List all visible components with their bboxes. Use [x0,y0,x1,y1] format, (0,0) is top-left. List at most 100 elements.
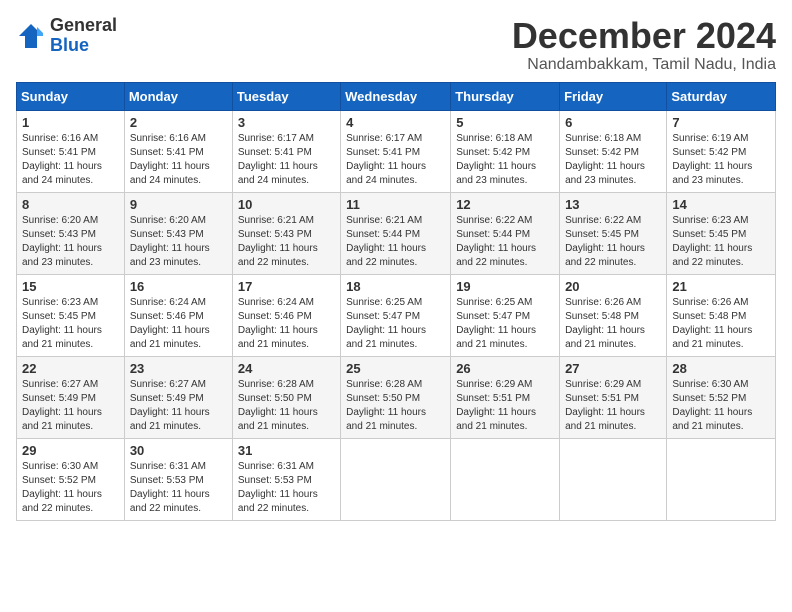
calendar-cell: 29Sunrise: 6:30 AM Sunset: 5:52 PM Dayli… [17,438,125,520]
day-number: 3 [238,115,335,130]
calendar-cell: 13 Sunrise: 6:22 AM Sunset: 5:45 PM Dayli… [560,192,667,274]
calendar-header-sunday: Sunday [17,82,125,110]
day-info: Sunrise: 6:24 AM Sunset: 5:46 PM Dayligh… [238,296,335,352]
day-info: Sunrise: 6:20 AM Sunset: 5:43 PM Dayligh… [130,214,227,270]
month-title: December 2024 [512,16,776,56]
day-number: 28 [672,361,770,376]
calendar-cell: 12 Sunrise: 6:22 AM Sunset: 5:44 PM Dayli… [451,192,560,274]
calendar-cell: 10 Sunrise: 6:21 AM Sunset: 5:43 PM Dayli… [232,192,340,274]
calendar-week-5: 29Sunrise: 6:30 AM Sunset: 5:52 PM Dayli… [17,438,776,520]
day-info: Sunrise: 6:25 AM Sunset: 5:47 PM Dayligh… [456,296,554,352]
day-info: Sunrise: 6:18 AM Sunset: 5:42 PM Dayligh… [456,132,554,188]
logo: General Blue [16,16,117,56]
day-number: 9 [130,197,227,212]
calendar-cell: 22 Sunrise: 6:27 AM Sunset: 5:49 PM Dayli… [17,356,125,438]
title-area: December 2024 Nandambakkam, Tamil Nadu, … [512,16,776,74]
day-number: 19 [456,279,554,294]
calendar-cell [667,438,776,520]
calendar-cell: 3 Sunrise: 6:17 AM Sunset: 5:41 PM Daylig… [232,110,340,192]
day-info: Sunrise: 6:21 AM Sunset: 5:43 PM Dayligh… [238,214,335,270]
day-info: Sunrise: 6:28 AM Sunset: 5:50 PM Dayligh… [346,378,445,434]
calendar-header-saturday: Saturday [667,82,776,110]
day-number: 13 [565,197,661,212]
logo-text: General Blue [50,16,117,56]
day-number: 2 [130,115,227,130]
day-info: Sunrise: 6:17 AM Sunset: 5:41 PM Dayligh… [346,132,445,188]
logo-icon [16,21,46,51]
day-info: Sunrise: 6:20 AM Sunset: 5:43 PM Dayligh… [22,214,119,270]
location-title: Nandambakkam, Tamil Nadu, India [512,56,776,74]
calendar-cell [341,438,451,520]
calendar-header-wednesday: Wednesday [341,82,451,110]
day-number: 22 [22,361,119,376]
day-number: 15 [22,279,119,294]
day-number: 18 [346,279,445,294]
page-header: General Blue December 2024 Nandambakkam,… [16,16,776,74]
day-number: 1 [22,115,119,130]
calendar-cell: 27 Sunrise: 6:29 AM Sunset: 5:51 PM Dayli… [560,356,667,438]
calendar-cell: 4 Sunrise: 6:17 AM Sunset: 5:41 PM Daylig… [341,110,451,192]
day-info: Sunrise: 6:24 AM Sunset: 5:46 PM Dayligh… [130,296,227,352]
day-info: Sunrise: 6:21 AM Sunset: 5:44 PM Dayligh… [346,214,445,270]
day-info: Sunrise: 6:17 AM Sunset: 5:41 PM Dayligh… [238,132,335,188]
day-info: Sunrise: 6:23 AM Sunset: 5:45 PM Dayligh… [22,296,119,352]
calendar-cell: 23Sunrise: 6:27 AM Sunset: 5:49 PM Dayli… [124,356,232,438]
calendar-header-row: SundayMondayTuesdayWednesdayThursdayFrid… [17,82,776,110]
day-info: Sunrise: 6:31 AM Sunset: 5:53 PM Dayligh… [238,460,335,516]
day-number: 29 [22,443,119,458]
day-number: 6 [565,115,661,130]
day-number: 12 [456,197,554,212]
day-number: 11 [346,197,445,212]
day-number: 4 [346,115,445,130]
day-number: 30 [130,443,227,458]
calendar-week-1: 1 Sunrise: 6:16 AM Sunset: 5:41 PM Daylig… [17,110,776,192]
day-info: Sunrise: 6:22 AM Sunset: 5:45 PM Dayligh… [565,214,661,270]
calendar-cell: 15 Sunrise: 6:23 AM Sunset: 5:45 PM Dayli… [17,274,125,356]
calendar-cell: 9 Sunrise: 6:20 AM Sunset: 5:43 PM Daylig… [124,192,232,274]
calendar-cell [560,438,667,520]
calendar-header-friday: Friday [560,82,667,110]
calendar-cell: 6 Sunrise: 6:18 AM Sunset: 5:42 PM Daylig… [560,110,667,192]
calendar-cell [451,438,560,520]
day-number: 31 [238,443,335,458]
calendar-cell: 5 Sunrise: 6:18 AM Sunset: 5:42 PM Daylig… [451,110,560,192]
day-number: 16 [130,279,227,294]
day-info: Sunrise: 6:29 AM Sunset: 5:51 PM Dayligh… [565,378,661,434]
day-number: 7 [672,115,770,130]
calendar-header-monday: Monday [124,82,232,110]
day-info: Sunrise: 6:27 AM Sunset: 5:49 PM Dayligh… [22,378,119,434]
calendar-cell: 30 Sunrise: 6:31 AM Sunset: 5:53 PM Dayli… [124,438,232,520]
day-number: 26 [456,361,554,376]
calendar-header-tuesday: Tuesday [232,82,340,110]
calendar-cell: 28Sunrise: 6:30 AM Sunset: 5:52 PM Dayli… [667,356,776,438]
day-number: 21 [672,279,770,294]
calendar-cell: 18 Sunrise: 6:25 AM Sunset: 5:47 PM Dayli… [341,274,451,356]
day-info: Sunrise: 6:16 AM Sunset: 5:41 PM Dayligh… [130,132,227,188]
day-number: 27 [565,361,661,376]
calendar-cell: 21 Sunrise: 6:26 AM Sunset: 5:48 PM Dayli… [667,274,776,356]
day-number: 10 [238,197,335,212]
day-number: 23 [130,361,227,376]
day-info: Sunrise: 6:29 AM Sunset: 5:51 PM Dayligh… [456,378,554,434]
calendar-week-2: 8Sunrise: 6:20 AM Sunset: 5:43 PM Daylig… [17,192,776,274]
day-info: Sunrise: 6:25 AM Sunset: 5:47 PM Dayligh… [346,296,445,352]
calendar-header-thursday: Thursday [451,82,560,110]
calendar-cell: 14Sunrise: 6:23 AM Sunset: 5:45 PM Dayli… [667,192,776,274]
calendar-week-4: 22 Sunrise: 6:27 AM Sunset: 5:49 PM Dayli… [17,356,776,438]
day-info: Sunrise: 6:23 AM Sunset: 5:45 PM Dayligh… [672,214,770,270]
calendar-cell: 24Sunrise: 6:28 AM Sunset: 5:50 PM Dayli… [232,356,340,438]
calendar-week-3: 15 Sunrise: 6:23 AM Sunset: 5:45 PM Dayli… [17,274,776,356]
calendar-cell: 7Sunrise: 6:19 AM Sunset: 5:42 PM Daylig… [667,110,776,192]
calendar-cell: 26 Sunrise: 6:29 AM Sunset: 5:51 PM Dayli… [451,356,560,438]
calendar-cell: 8Sunrise: 6:20 AM Sunset: 5:43 PM Daylig… [17,192,125,274]
calendar-table: SundayMondayTuesdayWednesdayThursdayFrid… [16,82,776,521]
day-info: Sunrise: 6:26 AM Sunset: 5:48 PM Dayligh… [672,296,770,352]
day-info: Sunrise: 6:18 AM Sunset: 5:42 PM Dayligh… [565,132,661,188]
day-info: Sunrise: 6:31 AM Sunset: 5:53 PM Dayligh… [130,460,227,516]
day-number: 5 [456,115,554,130]
calendar-cell: 20Sunrise: 6:26 AM Sunset: 5:48 PM Dayli… [560,274,667,356]
day-info: Sunrise: 6:22 AM Sunset: 5:44 PM Dayligh… [456,214,554,270]
calendar-body: 1 Sunrise: 6:16 AM Sunset: 5:41 PM Daylig… [17,110,776,520]
day-info: Sunrise: 6:16 AM Sunset: 5:41 PM Dayligh… [22,132,119,188]
day-number: 25 [346,361,445,376]
